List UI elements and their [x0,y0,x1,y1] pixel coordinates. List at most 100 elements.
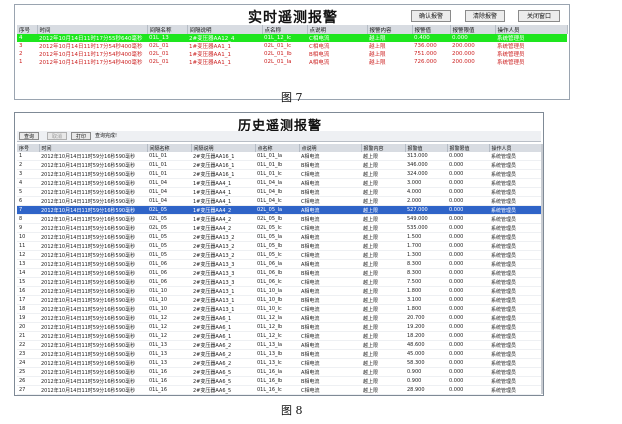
table-row[interactable]: 26 2012年10月14日11时59分16秒590毫秒 01L_16 2#变压器AA… [17,376,541,386]
hist-column-header[interactable]: 间隔说明 [191,144,256,152]
table-row[interactable]: 9 2012年10月14日11时59分16秒590毫秒 02L_05 1#变压器AA4… [17,223,541,233]
table-row[interactable]: 19 2012年10月14日11时59分16秒590毫秒 01L_12 2#变压器AA… [17,313,541,323]
hist-column-header[interactable]: 序号 [17,144,40,152]
table-cell: 1#变压器AA4_2 [191,223,255,233]
close-window-button[interactable]: 关闭窗口 [518,10,560,22]
table-row[interactable]: 4 2012年10月14日11时17分55秒640毫秒 01L_13 2#变压器AA1… [17,34,567,42]
realtime-alarm-table[interactable]: 序号 时间 间隔名称 间隔说明 点名称 点说明 报警内容 报警值 报警限值 操作人员 4 2012年… [17,25,568,66]
table-row[interactable]: 14 2012年10月14日11时59分16秒590毫秒 01L_06 2#变压器AA… [17,268,541,278]
table-cell: 越上限 [361,160,405,170]
table-row[interactable]: 2 2012年10月14日11时17分54秒400毫秒 02L_01 1#变压器AA1… [17,50,567,58]
table-cell: 2#变压器AA13_3 [191,277,255,287]
query-button[interactable]: 查询 [19,132,39,140]
table-row[interactable]: 18 2012年10月14日11时59分16秒590毫秒 01L_10 2#变压器AA… [17,304,541,314]
table-cell: 系统管理员 [489,250,541,260]
table-cell: 1.700 [405,241,447,251]
table-cell: 0.000 [450,34,495,42]
table-row[interactable]: 11 2012年10月14日11时59分16秒590毫秒 01L_05 2#变压器AA… [17,241,541,251]
hist-column-header[interactable]: 报警值 [405,144,448,152]
table-row[interactable]: 27 2012年10月14日11时59分16秒590毫秒 01L_16 2#变压器AA… [17,385,541,395]
table-row[interactable]: 1 2012年10月14日11时59分16秒590毫秒 01L_01 2#变压器AA1… [17,152,541,161]
realtime-table-header: 序号 时间 间隔名称 间隔说明 点名称 点说明 报警内容 报警值 报警限值 操作人员 [17,25,568,34]
table-row[interactable]: 13 2012年10月14日11时59分16秒590毫秒 01L_06 2#变压器AA… [17,259,541,269]
table-cell: 0.000 [447,376,489,386]
table-cell: 2#变压器AA6_1 [191,322,255,332]
table-cell: 19.200 [405,322,447,332]
table-row[interactable]: 15 2012年10月14日11时59分16秒590毫秒 01L_06 2#变压器AA… [17,277,541,287]
rt-column-header[interactable]: 报警值 [412,25,451,34]
table-cell: A相电流 [299,394,361,395]
table-cell: 1#变压器AA1_1 [187,50,262,58]
rt-column-header[interactable]: 报警限值 [450,25,496,34]
table-cell: 系统管理员 [489,187,541,197]
table-row[interactable]: 5 2012年10月14日11时59分16秒590毫秒 01L_04 1#变压器AA4… [17,187,541,197]
table-row[interactable]: 10 2012年10月14日11时59分16秒590毫秒 01L_05 2#变压器AA… [17,232,541,242]
table-row[interactable]: 3 2012年10月14日11时17分54秒400毫秒 02L_01 1#变压器AA1… [17,42,567,50]
table-cell: B相电流 [299,268,361,278]
hist-column-header[interactable]: 操作人员 [489,144,542,152]
table-cell: 01L_13_Ia [255,340,299,350]
table-cell: A相电流 [299,286,361,296]
hist-column-header[interactable]: 报警内容 [361,144,406,152]
table-cell: 越上限 [361,250,405,260]
rt-column-header[interactable]: 操作人员 [495,25,568,34]
table-cell: A相电流 [299,178,361,188]
table-cell: 14 [17,268,39,278]
table-cell: 0.000 [447,394,489,395]
rt-column-header[interactable]: 报警内容 [367,25,413,34]
cancel-button[interactable]: 取消 [47,132,67,140]
hist-column-header[interactable]: 报警限值 [447,144,490,152]
table-row[interactable]: 24 2012年10月14日11时59分16秒590毫秒 01L_13 2#变压器AA… [17,358,541,368]
hist-column-header[interactable]: 点说明 [299,144,362,152]
table-row[interactable]: 8 2012年10月14日11时59分16秒590毫秒 02L_05 1#变压器AA4… [17,214,541,224]
table-row[interactable]: 17 2012年10月14日11时59分16秒590毫秒 01L_10 2#变压器AA… [17,295,541,305]
table-cell: 2#变压器AA13_2 [191,241,255,251]
table-cell: 0.000 [447,367,489,377]
table-cell: 2012年10月14日11时17分54秒400毫秒 [37,42,147,50]
table-cell: 2#变压器AA16_1 [191,169,255,179]
table-cell: 越上限 [361,223,405,233]
table-cell: 越上限 [367,42,412,50]
table-row[interactable]: 21 2012年10月14日11时59分16秒590毫秒 01L_12 2#变压器AA… [17,331,541,341]
table-row[interactable]: 23 2012年10月14日11时59分16秒590毫秒 01L_13 2#变压器AA… [17,349,541,359]
table-cell: 2#变压器AA6_5 [191,367,255,377]
hist-column-header[interactable]: 时间 [39,144,148,152]
table-row[interactable]: 12 2012年10月14日11时59分16秒590毫秒 01L_05 2#变压器AA… [17,250,541,260]
print-button[interactable]: 打印 [71,132,91,140]
table-cell: 0.900 [405,376,447,386]
history-alarm-table[interactable]: 序号 时间 间隔名称 间隔说明 点名称 点说明 报警内容 报警值 报警限值 操作人员 1 2012年… [17,144,542,395]
table-cell: 系统管理员 [489,367,541,377]
table-row[interactable]: 4 2012年10月14日11时59分16秒590毫秒 01L_04 1#变压器AA4… [17,178,541,188]
table-row[interactable]: 3 2012年10月14日11时59分16秒590毫秒 01L_01 2#变压器AA1… [17,169,541,179]
rt-column-header[interactable]: 时间 [37,25,148,34]
confirm-alarm-button[interactable]: 确认报警 [411,10,451,22]
table-row[interactable]: 20 2012年10月14日11时59分16秒590毫秒 01L_12 2#变压器AA… [17,322,541,332]
table-cell: 0.000 [447,259,489,269]
table-cell: 48.600 [405,340,447,350]
rt-column-header[interactable]: 序号 [17,25,38,34]
table-cell: 02L_01_Ia [262,58,307,66]
table-cell: 2012年10月14日11时17分54秒400毫秒 [37,50,147,58]
table-row[interactable]: 7 2012年10月14日11时59分16秒590毫秒 02L_05 1#变压器AA4… [17,205,541,215]
clear-alarm-button[interactable]: 清除报警 [465,10,505,22]
table-cell: 01L_01 [147,152,191,161]
table-row[interactable]: 25 2012年10月14日11时59分16秒590毫秒 01L_16 2#变压器AA… [17,367,541,377]
hist-column-header[interactable]: 间隔名称 [147,144,192,152]
rt-column-header[interactable]: 间隔名称 [147,25,188,34]
vertical-scrollbar[interactable] [541,144,543,394]
table-row[interactable]: 282012年10月14日11时59分16秒590毫秒01L_172#变压器AA… [17,394,541,395]
table-row[interactable]: 22 2012年10月14日11时59分16秒590毫秒 01L_13 2#变压器AA… [17,340,541,350]
rt-column-header[interactable]: 点名称 [262,25,308,34]
table-cell: 越上限 [361,178,405,188]
table-cell: 0.000 [447,322,489,332]
rt-column-header[interactable]: 点说明 [307,25,368,34]
table-row[interactable]: 2 2012年10月14日11时59分16秒590毫秒 01L_01 2#变压器AA1… [17,160,541,170]
table-cell: 2#变压器AA6_2 [191,358,255,368]
rt-column-header[interactable]: 间隔说明 [187,25,263,34]
hist-column-header[interactable]: 点名称 [255,144,300,152]
table-cell: 5 [17,187,39,197]
table-row[interactable]: 1 2012年10月14日11时17分54秒400毫秒 02L_01 1#变压器AA1… [17,58,567,66]
table-row[interactable]: 16 2012年10月14日11时59分16秒590毫秒 01L_10 2#变压器AA… [17,286,541,296]
table-cell: 2#变压器AA6_5 [191,385,255,395]
table-row[interactable]: 6 2012年10月14日11时59分16秒590毫秒 01L_04 1#变压器AA4… [17,196,541,206]
